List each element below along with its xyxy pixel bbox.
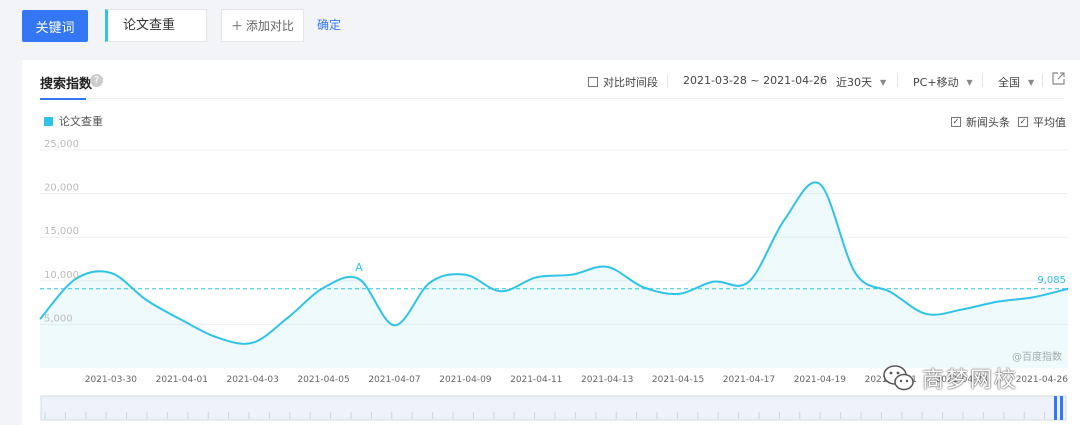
help-icon[interactable]: ? bbox=[90, 74, 103, 87]
compare-period-label: 对比时间段 bbox=[603, 76, 658, 89]
share-button[interactable] bbox=[1052, 72, 1065, 85]
chart-legend: 论文查重 bbox=[44, 113, 103, 129]
legend-series-label: 论文查重 bbox=[59, 115, 103, 128]
period-label: 近30天 bbox=[836, 76, 872, 89]
divider bbox=[667, 74, 668, 87]
news-toggle[interactable]: ✓ 新闻头条 bbox=[951, 114, 1010, 130]
region-label: 全国 bbox=[998, 76, 1020, 89]
device-select[interactable]: PC+移动 ▼ bbox=[913, 74, 973, 90]
divider bbox=[897, 74, 898, 87]
average-toggle[interactable]: ✓ 平均值 bbox=[1018, 114, 1066, 130]
legend-swatch bbox=[44, 116, 53, 126]
compare-period-toggle[interactable]: 对比时间段 bbox=[588, 74, 658, 90]
region-select[interactable]: 全国 ▼ bbox=[998, 74, 1034, 90]
keyword-button[interactable]: 关键词 bbox=[22, 10, 88, 42]
date-range-label: 2021-03-28 ~ 2021-04-26 bbox=[683, 74, 828, 87]
news-label: 新闻头条 bbox=[966, 116, 1010, 129]
date-range-picker[interactable]: 2021-03-28 ~ 2021-04-26 bbox=[683, 74, 827, 87]
device-label: PC+移动 bbox=[913, 76, 959, 89]
plus-icon: + bbox=[231, 17, 243, 34]
caret-down-icon: ▼ bbox=[1028, 77, 1035, 87]
add-compare-button[interactable]: + 添加对比 bbox=[221, 9, 304, 42]
confirm-link[interactable]: 确定 bbox=[317, 16, 341, 33]
divider bbox=[820, 74, 821, 87]
external-link-icon bbox=[1052, 72, 1065, 85]
keyword-input[interactable]: 论文查重 bbox=[105, 9, 207, 42]
header-divider bbox=[40, 98, 1065, 99]
brand-watermark: 商梦网校 bbox=[882, 360, 1080, 396]
top-toolbar: 关键词 论文查重 + 添加对比 确定 bbox=[0, 0, 1080, 60]
tab-search-index[interactable]: 搜索指数 bbox=[40, 73, 92, 92]
wechat-icon bbox=[883, 365, 914, 391]
tab-active-indicator bbox=[40, 98, 86, 100]
divider bbox=[1042, 74, 1043, 87]
brand-text: 商梦网校 bbox=[922, 368, 1019, 393]
checkbox-checked-icon: ✓ bbox=[951, 117, 961, 127]
checkbox-checked-icon: ✓ bbox=[1018, 117, 1028, 127]
caret-down-icon: ▼ bbox=[966, 77, 973, 87]
add-compare-label: 添加对比 bbox=[245, 19, 294, 33]
caret-down-icon: ▼ bbox=[880, 77, 887, 87]
checkbox-icon bbox=[588, 77, 598, 87]
divider bbox=[982, 74, 983, 87]
average-label: 平均值 bbox=[1033, 116, 1066, 129]
period-select[interactable]: 近30天 ▼ bbox=[836, 74, 886, 90]
